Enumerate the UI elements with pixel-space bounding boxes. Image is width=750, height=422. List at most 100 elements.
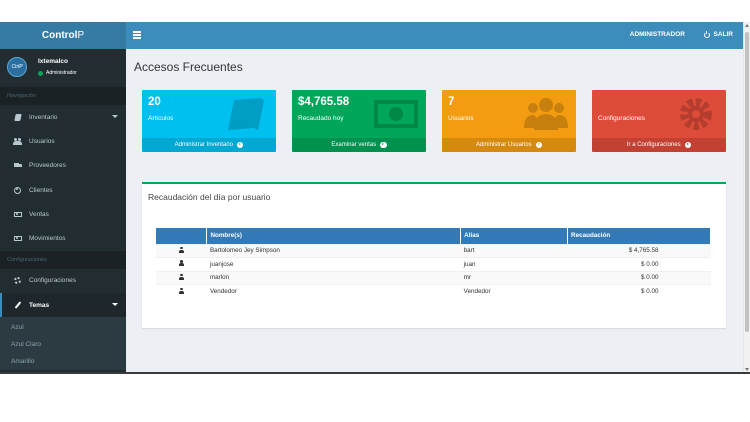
sidebar-item-temas[interactable]: Temas [0,293,126,318]
user-name-cell: marlon [206,270,461,285]
table-row: Vendedor Vendedor $ 0.00 [156,284,711,298]
logo-text-light: P [77,30,85,41]
info-box-value: $4,765.58 [298,96,350,108]
scroll-down-icon[interactable] [745,368,749,371]
scroll-up-icon[interactable] [745,24,749,27]
table-row: juanjose juan $ 0.00 [156,257,711,271]
vertical-scrollbar[interactable] [743,22,750,373]
user-icon [178,273,184,280]
sidebar-item-inventario[interactable]: Inventario [0,105,126,129]
users-icon [524,98,568,130]
book-icon [228,98,264,130]
user-amount-cell: $ 4,765.58 [567,243,711,258]
sidebar-item-usuarios[interactable]: Usuarios [0,129,126,153]
info-box-footer-label: Administrar Usuarios [475,142,532,148]
cogs-icon [13,277,22,285]
info-box-label: Artículos [148,115,174,122]
sidebar-item-label: Configuraciones [29,277,76,285]
info-box-footer-label: Administrar Inventario [174,142,233,148]
info-box-label: Usuarios [448,115,474,122]
money-icon [13,211,22,218]
sidebar-item-label: Inventario [29,113,58,121]
panel-title: Recaudación del día por usuario [148,192,271,202]
book-icon [13,113,22,121]
sidebar-item-label: Temas [29,301,50,309]
info-box-configuraciones: Configuraciones Ir a Configuraciones [592,90,726,152]
info-box-value: 20 [148,96,161,108]
user-name-cell: juanjose [206,257,461,271]
info-box-usuarios: 7 Usuarios Administrar Usuarios [442,90,576,152]
sidebar-item-configuraciones[interactable]: Configuraciones [0,269,126,293]
sidebar-item-label: Clientes [29,186,53,194]
nav-user-button[interactable]: ADMINISTRADOR [630,31,685,38]
user-panel: CtrlP Ixtemalco Administrador [0,49,126,87]
user-amount-cell: $ 0.00 [567,257,711,271]
online-dot-icon [38,70,43,76]
power-icon [703,30,710,38]
sidebar-toggle-icon[interactable] [133,31,141,39]
user-alias-cell: juan [460,257,568,271]
truck-icon [13,162,22,169]
theme-item-azul[interactable]: Azul [0,319,126,336]
manage-users-link[interactable]: Administrar Usuarios [442,138,576,152]
user-role: Administrador [46,70,77,76]
users-icon [13,137,22,145]
user-alias-cell: bart [460,243,568,258]
go-to-settings-link[interactable]: Ir a Configuraciones [592,138,726,152]
money-icon [13,235,22,242]
themes-submenu: Azul Azul Claro Amarillo [0,317,126,371]
table-row: marlon mr $ 0.00 [156,270,711,285]
user-icon [178,260,184,267]
sidebar-item-proveedores[interactable]: Proveedores [0,154,126,178]
column-header [156,228,208,244]
arrow-circle-right-icon [236,141,244,149]
daily-revenue-panel: Recaudación del día por usuario Nombre(s… [142,182,726,328]
sidebar-item-label: Proveedores [29,162,66,170]
info-box-articulos: 20 Artículos Administrar Inventario [142,90,276,152]
info-box-label: Recaudado hoy [298,115,344,122]
info-box-footer-label: Ir a Configuraciones [626,142,681,148]
user-icon-cell [156,270,207,285]
column-header: Recaudación [567,228,711,244]
column-header: Nombre(s) [206,228,462,244]
sidebar-item-clientes[interactable]: Clientes [0,178,126,202]
sidebar-item-label: Usuarios [29,137,55,145]
theme-item-azul-claro[interactable]: Azul Claro [0,336,126,353]
menu-header-configuraciones: Configuraciones [0,250,126,269]
scrollbar-thumb[interactable] [745,32,749,332]
user-icon-cell [156,284,207,298]
user-icon [178,246,184,253]
user-name: Ixtemalco [38,58,68,65]
user-icon-cell [156,243,207,258]
user-icon-cell [156,257,207,271]
info-box-footer-label: Examinar ventas [331,142,377,148]
view-sales-link[interactable]: Examinar ventas [292,138,426,152]
app-logo[interactable]: Control P [0,22,126,49]
chevron-down-icon [112,303,118,307]
user-amount-cell: $ 0.00 [567,284,711,298]
page-title: Accesos Frecuentes [134,60,243,74]
menu-header-navigation: Navegación [0,87,126,105]
user-amount-cell: $ 0.00 [567,270,711,285]
user-alias-cell: mr [460,270,568,285]
sidebar-item-label: Ventas [29,210,49,218]
sidebar: CtrlP Ixtemalco Administrador Navegación… [0,49,126,373]
window-bottom-border [0,372,750,374]
user-circle-icon [13,186,22,194]
logout-label: SALIR [713,31,734,38]
sidebar-item-ventas[interactable]: Ventas [0,202,126,226]
main-content: Accesos Frecuentes 20 Artículos Administ… [126,49,743,373]
arrow-circle-right-icon [684,141,692,149]
theme-item-amarillo[interactable]: Amarillo [0,353,126,370]
sidebar-item-label: Movimientos [29,235,66,243]
info-box-recaudado: $4,765.58 Recaudado hoy Examinar ventas [292,90,426,152]
arrow-circle-right-icon [380,141,387,149]
money-icon [374,100,418,128]
sidebar-item-movimientos[interactable]: Movimientos [0,226,126,250]
logout-button[interactable]: SALIR [703,30,734,38]
user-alias-cell: Vendedor [460,284,568,298]
info-box-label: Configuraciones [598,115,645,122]
user-icon [178,287,184,294]
manage-inventory-link[interactable]: Administrar Inventario [142,138,276,152]
user-status: Administrador [38,70,77,76]
